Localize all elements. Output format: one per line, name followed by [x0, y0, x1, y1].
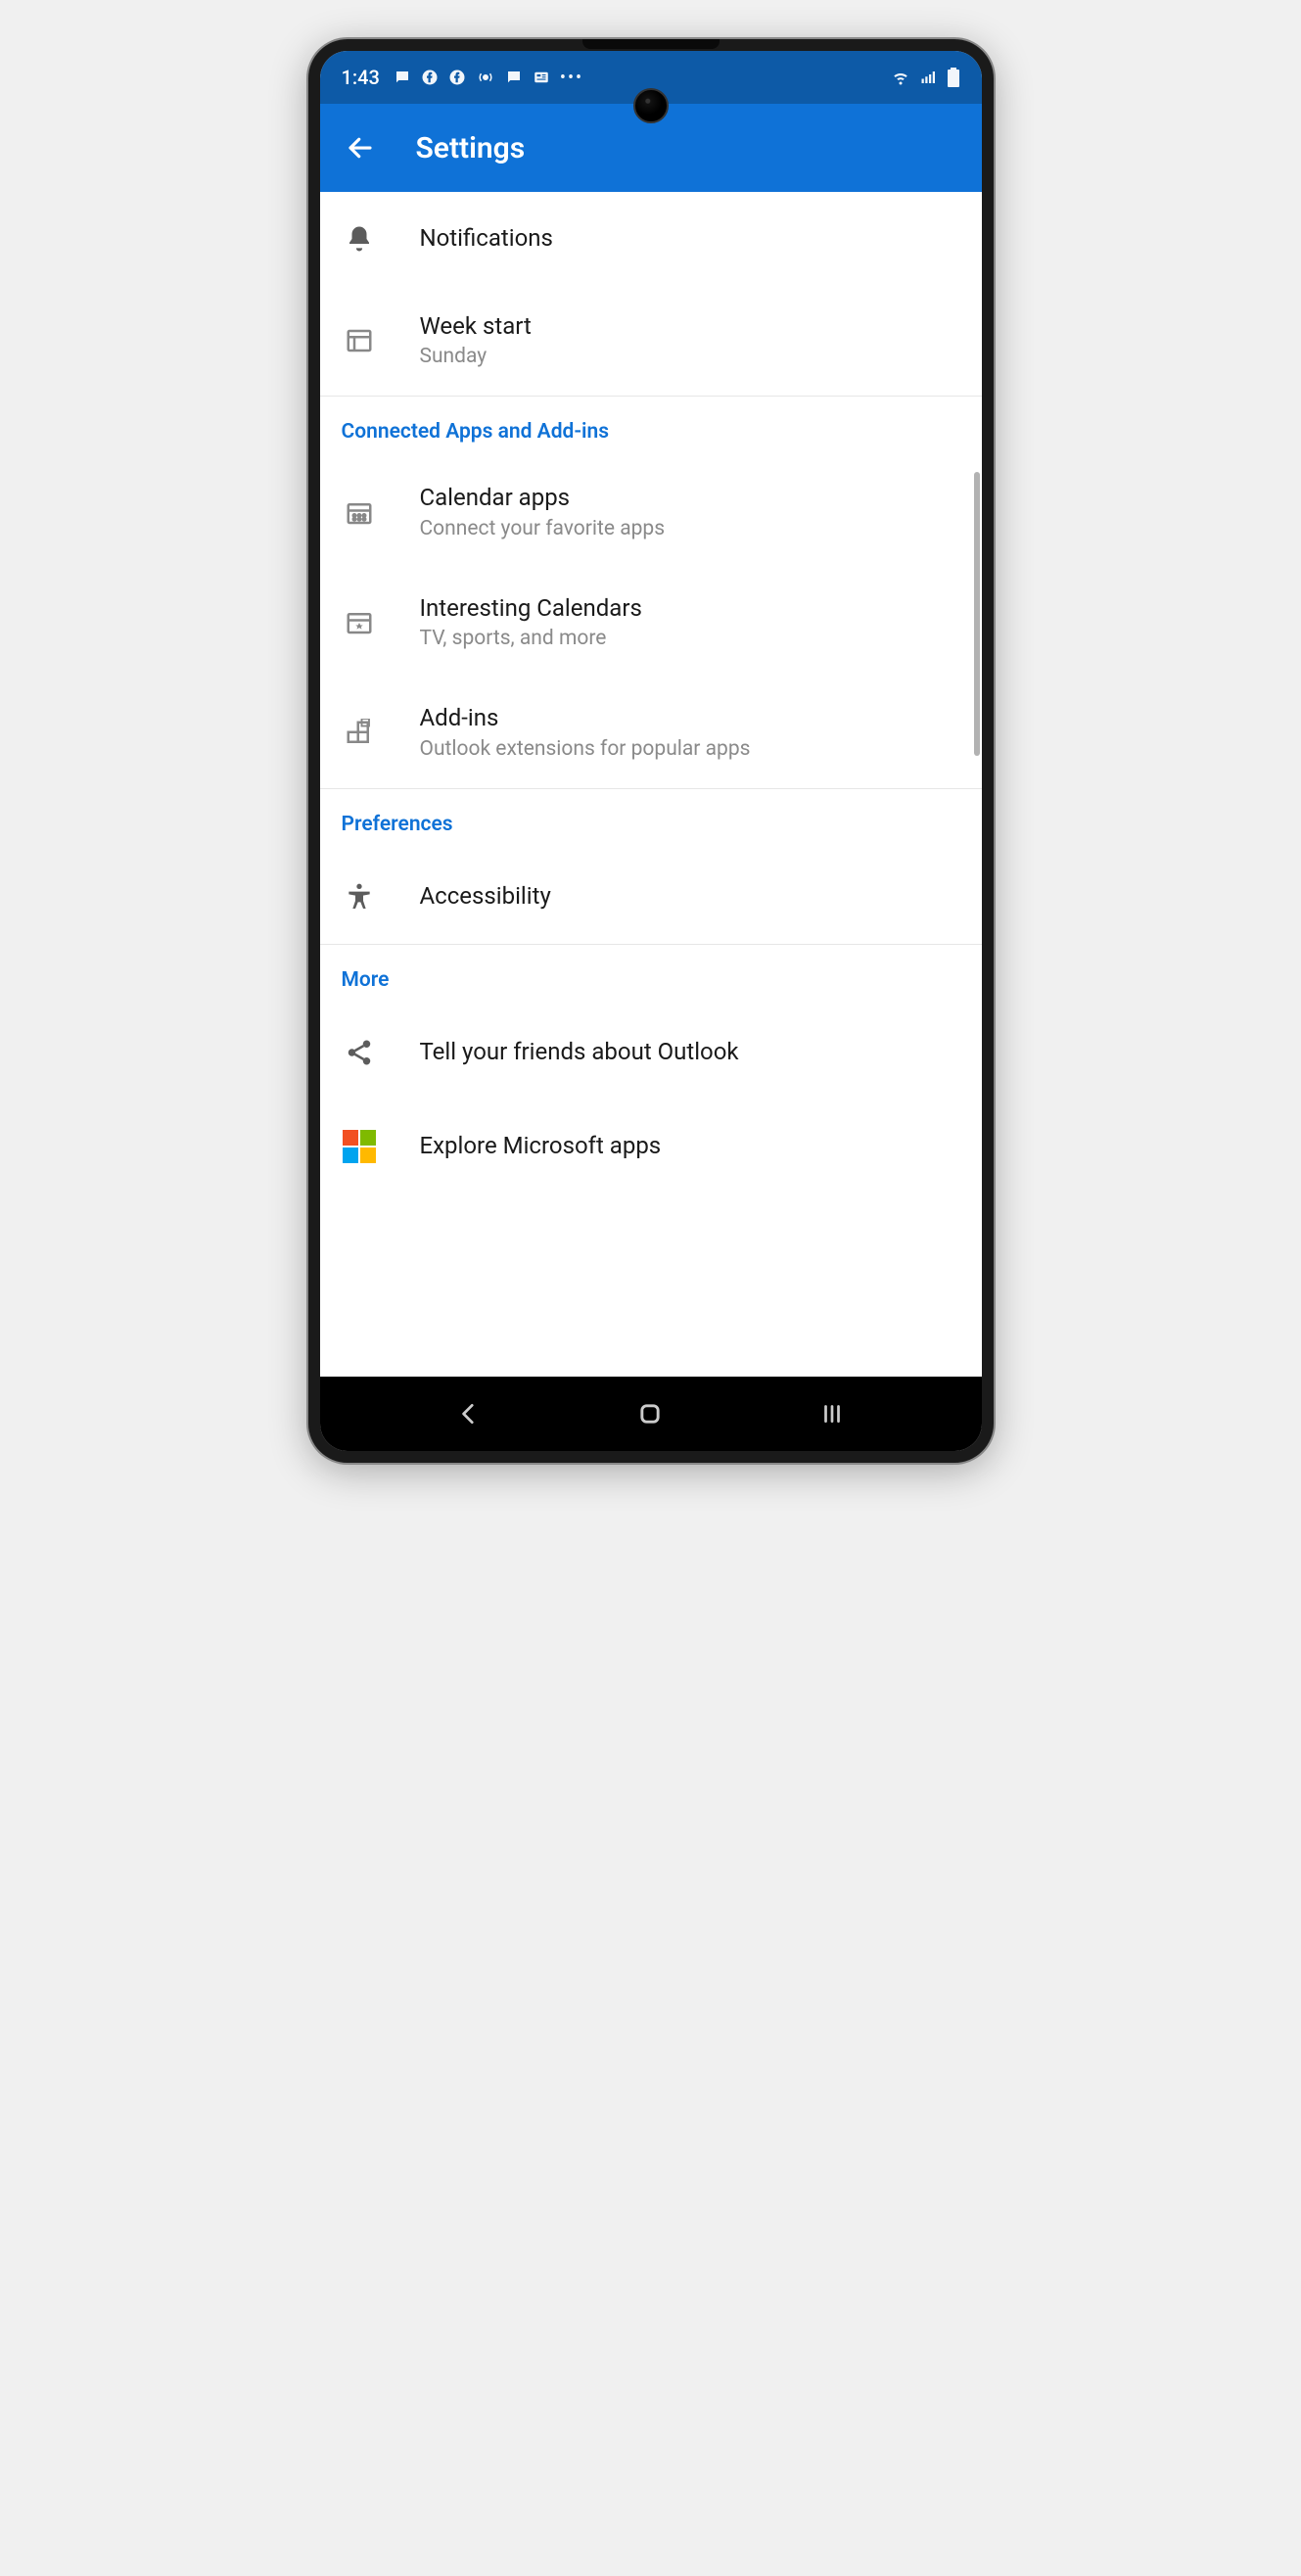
- item-title: Notifications: [420, 223, 553, 254]
- settings-item-calendar-apps[interactable]: Calendar apps Connect your favorite apps: [320, 457, 982, 567]
- screen: 1:43 •••: [320, 51, 982, 1451]
- settings-item-add-ins[interactable]: Add-ins Outlook extensions for popular a…: [320, 678, 982, 787]
- item-subtitle: Connect your favorite apps: [420, 516, 666, 542]
- section-header-connected: Connected Apps and Add-ins: [320, 397, 982, 457]
- item-title: Week start: [420, 311, 532, 342]
- nav-recents-button[interactable]: [793, 1394, 871, 1433]
- share-icon: [342, 1035, 377, 1070]
- item-subtitle: Outlook extensions for popular apps: [420, 736, 751, 763]
- item-title: Add-ins: [420, 703, 751, 733]
- nav-home-button[interactable]: [611, 1394, 689, 1433]
- more-icon: •••: [560, 68, 583, 88]
- phone-frame: 1:43 •••: [308, 39, 994, 1463]
- facebook-icon: [448, 69, 466, 86]
- settings-item-accessibility[interactable]: Accessibility: [320, 850, 982, 944]
- calendar-apps-icon: [342, 495, 377, 531]
- item-title: Accessibility: [420, 881, 551, 912]
- scrollbar[interactable]: [974, 472, 980, 756]
- item-title: Explore Microsoft apps: [420, 1131, 662, 1161]
- camera-notch: [633, 88, 669, 123]
- signal-icon: [919, 69, 939, 86]
- nav-back-button[interactable]: [430, 1394, 508, 1433]
- status-time: 1:43: [342, 66, 380, 89]
- settings-item-notifications[interactable]: Notifications: [320, 192, 982, 286]
- microsoft-logo-icon: [342, 1129, 377, 1164]
- message-icon: [505, 69, 523, 86]
- news-icon: [533, 69, 550, 86]
- status-right: [890, 68, 960, 87]
- wifi-icon: [890, 69, 911, 86]
- settings-content[interactable]: Notifications Week start Sunday Connecte…: [320, 192, 982, 1377]
- settings-item-explore-microsoft[interactable]: Explore Microsoft apps: [320, 1100, 982, 1194]
- battery-icon: [947, 68, 960, 87]
- item-title: Interesting Calendars: [420, 593, 642, 624]
- item-subtitle: Sunday: [420, 344, 532, 370]
- status-left: 1:43 •••: [342, 66, 584, 89]
- item-title: Calendar apps: [420, 483, 666, 513]
- star-calendar-icon: [342, 605, 377, 640]
- item-title: Tell your friends about Outlook: [420, 1037, 739, 1067]
- facebook-icon: [421, 69, 439, 86]
- bell-icon: [342, 221, 377, 257]
- section-header-preferences: Preferences: [320, 789, 982, 850]
- chat-icon: [394, 69, 411, 86]
- accessibility-icon: [342, 879, 377, 914]
- addins-icon: [342, 716, 377, 751]
- item-subtitle: TV, sports, and more: [420, 626, 642, 652]
- android-nav-bar: [320, 1377, 982, 1451]
- settings-item-interesting-calendars[interactable]: Interesting Calendars TV, sports, and mo…: [320, 568, 982, 678]
- section-header-more: More: [320, 945, 982, 1006]
- settings-item-week-start[interactable]: Week start Sunday: [320, 286, 982, 396]
- back-button[interactable]: [344, 131, 377, 164]
- page-title: Settings: [416, 131, 526, 165]
- settings-item-tell-friends[interactable]: Tell your friends about Outlook: [320, 1006, 982, 1100]
- calendar-week-icon: [342, 323, 377, 358]
- broadcast-icon: [476, 69, 495, 86]
